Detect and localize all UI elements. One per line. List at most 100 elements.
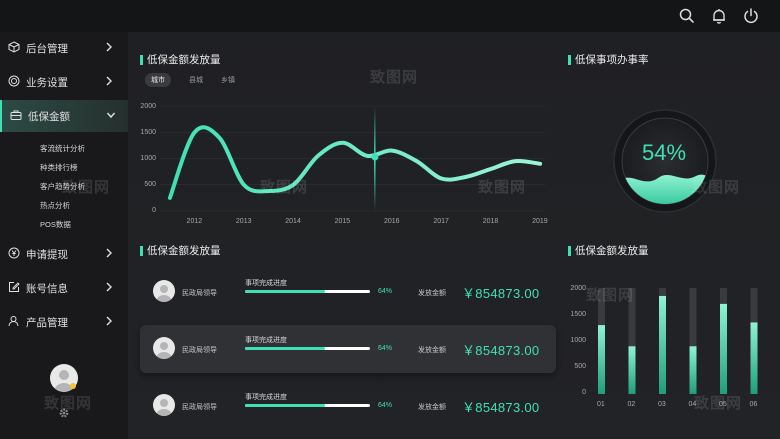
sidebar-item-label: 后台管理 — [26, 43, 68, 55]
sidebar-item-business[interactable]: 业务设置 — [0, 66, 128, 96]
progress-track — [245, 404, 370, 407]
progress-fill — [245, 404, 325, 407]
row-progress-label: 事项完成进度 — [245, 337, 287, 344]
submenu-item[interactable]: 热点分析 — [40, 200, 70, 211]
search-icon[interactable] — [678, 7, 696, 25]
bell-icon[interactable] — [710, 7, 728, 25]
row-percent: 64% — [378, 345, 393, 352]
x-tick-label: 2015 — [334, 218, 351, 225]
list-row[interactable]: 民政局领导 事项完成进度 64% 发放金额 ￥854873.00 — [140, 268, 556, 316]
sidebar-item-allowance[interactable]: 低保金额 — [0, 100, 128, 132]
x-tick-label: 2018 — [482, 218, 499, 225]
x-tick-label: 2016 — [383, 218, 400, 225]
y-tick-label: 1000 — [140, 155, 156, 162]
avatar — [153, 394, 175, 416]
submenu-item[interactable]: 种类排行榜 — [40, 162, 78, 173]
line-panel-title: 低保金额发放量 — [140, 52, 221, 67]
watermark: 致图网 — [370, 69, 419, 86]
bar — [598, 325, 605, 394]
region-tabs: 城市 县城 乡镇 — [145, 73, 253, 87]
bar — [689, 346, 697, 394]
gauge-value: 54% — [641, 140, 687, 165]
y-tick-label: 1500 — [140, 129, 156, 136]
row-amount: ￥854873.00 — [462, 400, 540, 415]
status-dot — [70, 383, 76, 389]
progress-track — [245, 290, 370, 293]
watermark: 致图网 — [586, 287, 635, 304]
power-icon[interactable] — [742, 7, 760, 25]
watermark: 致图网 — [478, 179, 527, 196]
y-tick-label: 500 — [144, 181, 156, 188]
x-tick-label: 2017 — [433, 218, 449, 225]
line-chart — [160, 105, 545, 212]
sidebar-item-backend[interactable]: 后台管理 — [0, 32, 128, 62]
chevron-right-icon — [104, 75, 114, 87]
progress-fill — [245, 290, 325, 293]
row-person: 民政局领导 — [182, 290, 217, 297]
chevron-right-icon — [104, 281, 114, 293]
cube-icon — [8, 41, 20, 53]
row-amount-label: 发放金额 — [418, 404, 446, 411]
row-percent: 64% — [378, 288, 393, 295]
yen-circle-icon — [8, 247, 20, 259]
x-tick-label: 2014 — [285, 218, 301, 225]
x-tick-label: 01 — [597, 401, 605, 408]
bar — [720, 303, 727, 394]
chevron-right-icon — [104, 315, 114, 327]
progress-fill — [245, 347, 325, 350]
avatar — [153, 280, 175, 302]
row-amount: ￥854873.00 — [462, 286, 540, 301]
y-tick-label: 2000 — [570, 285, 586, 292]
avatar — [153, 337, 175, 359]
chevron-down-icon — [106, 109, 116, 121]
submenu-item[interactable]: 客流统计分析 — [40, 143, 85, 154]
watermark: 致图网 — [694, 395, 743, 412]
sidebar-item-account[interactable]: 账号信息 — [0, 272, 128, 302]
x-tick-label: 02 — [627, 401, 636, 408]
list-panel-title: 低保金额发放量 — [140, 243, 221, 258]
sidebar-item-label: 产品管理 — [26, 317, 68, 329]
submenu-item[interactable]: POS数据 — [40, 219, 71, 230]
row-progress-label: 事项完成进度 — [245, 280, 287, 287]
row-amount: ￥854873.00 — [462, 343, 540, 358]
target-icon — [8, 75, 20, 87]
row-amount-label: 发放金额 — [418, 347, 446, 354]
bar — [750, 322, 758, 394]
watermark: 致图网 — [62, 179, 111, 196]
progress-track — [245, 347, 370, 350]
row-amount-label: 发放金额 — [418, 290, 446, 297]
sidebar-item-label: 申请提现 — [26, 249, 68, 261]
row-person: 民政局领导 — [182, 404, 217, 411]
tab-city[interactable]: 城市 — [145, 73, 171, 87]
chevron-right-icon — [104, 247, 114, 259]
y-tick-label: 1500 — [570, 311, 586, 318]
x-tick-label: 06 — [749, 401, 758, 408]
top-bar — [0, 0, 780, 32]
tab-township[interactable]: 乡镇 — [221, 75, 235, 85]
watermark: 致图网 — [260, 179, 309, 196]
y-tick-label: 0 — [582, 389, 586, 396]
watermark: 致图网 — [692, 179, 741, 196]
sidebar-item-label: 业务设置 — [26, 77, 68, 89]
x-tick-label: 03 — [658, 401, 666, 408]
sidebar-item-label: 低保金额 — [28, 111, 70, 123]
bar-panel-title: 低保金额发放量 — [568, 243, 649, 258]
sidebar-item-label: 账号信息 — [26, 283, 68, 295]
y-tick-label: 500 — [574, 363, 586, 370]
x-tick-label: 2013 — [235, 218, 252, 225]
y-tick-label: 1000 — [570, 337, 586, 344]
sidebar-item-withdraw[interactable]: 申请提现 — [0, 238, 128, 268]
bar — [659, 295, 666, 394]
row-percent: 64% — [378, 402, 393, 409]
list-row[interactable]: 民政局领导 事项完成进度 64% 发放金额 ￥854873.00 — [140, 325, 556, 373]
watermark: 致图网 — [44, 395, 93, 412]
tab-county[interactable]: 县城 — [189, 75, 203, 85]
x-tick-label: 2019 — [532, 218, 548, 225]
row-person: 民政局领导 — [182, 347, 217, 354]
list-row[interactable]: 民政局领导 事项完成进度 64% 发放金额 ￥854873.00 — [140, 382, 556, 430]
app-window: 后台管理 业务设置 低保金额 客流统计分析 种类排行榜 客户趋势分析 热点分析 … — [0, 0, 780, 439]
sidebar-item-product[interactable]: 产品管理 — [0, 306, 128, 336]
gauge-panel-title: 低保事项办事率 — [568, 52, 649, 67]
row-progress-label: 事项完成进度 — [245, 394, 287, 401]
y-tick-label: 2000 — [140, 103, 156, 110]
